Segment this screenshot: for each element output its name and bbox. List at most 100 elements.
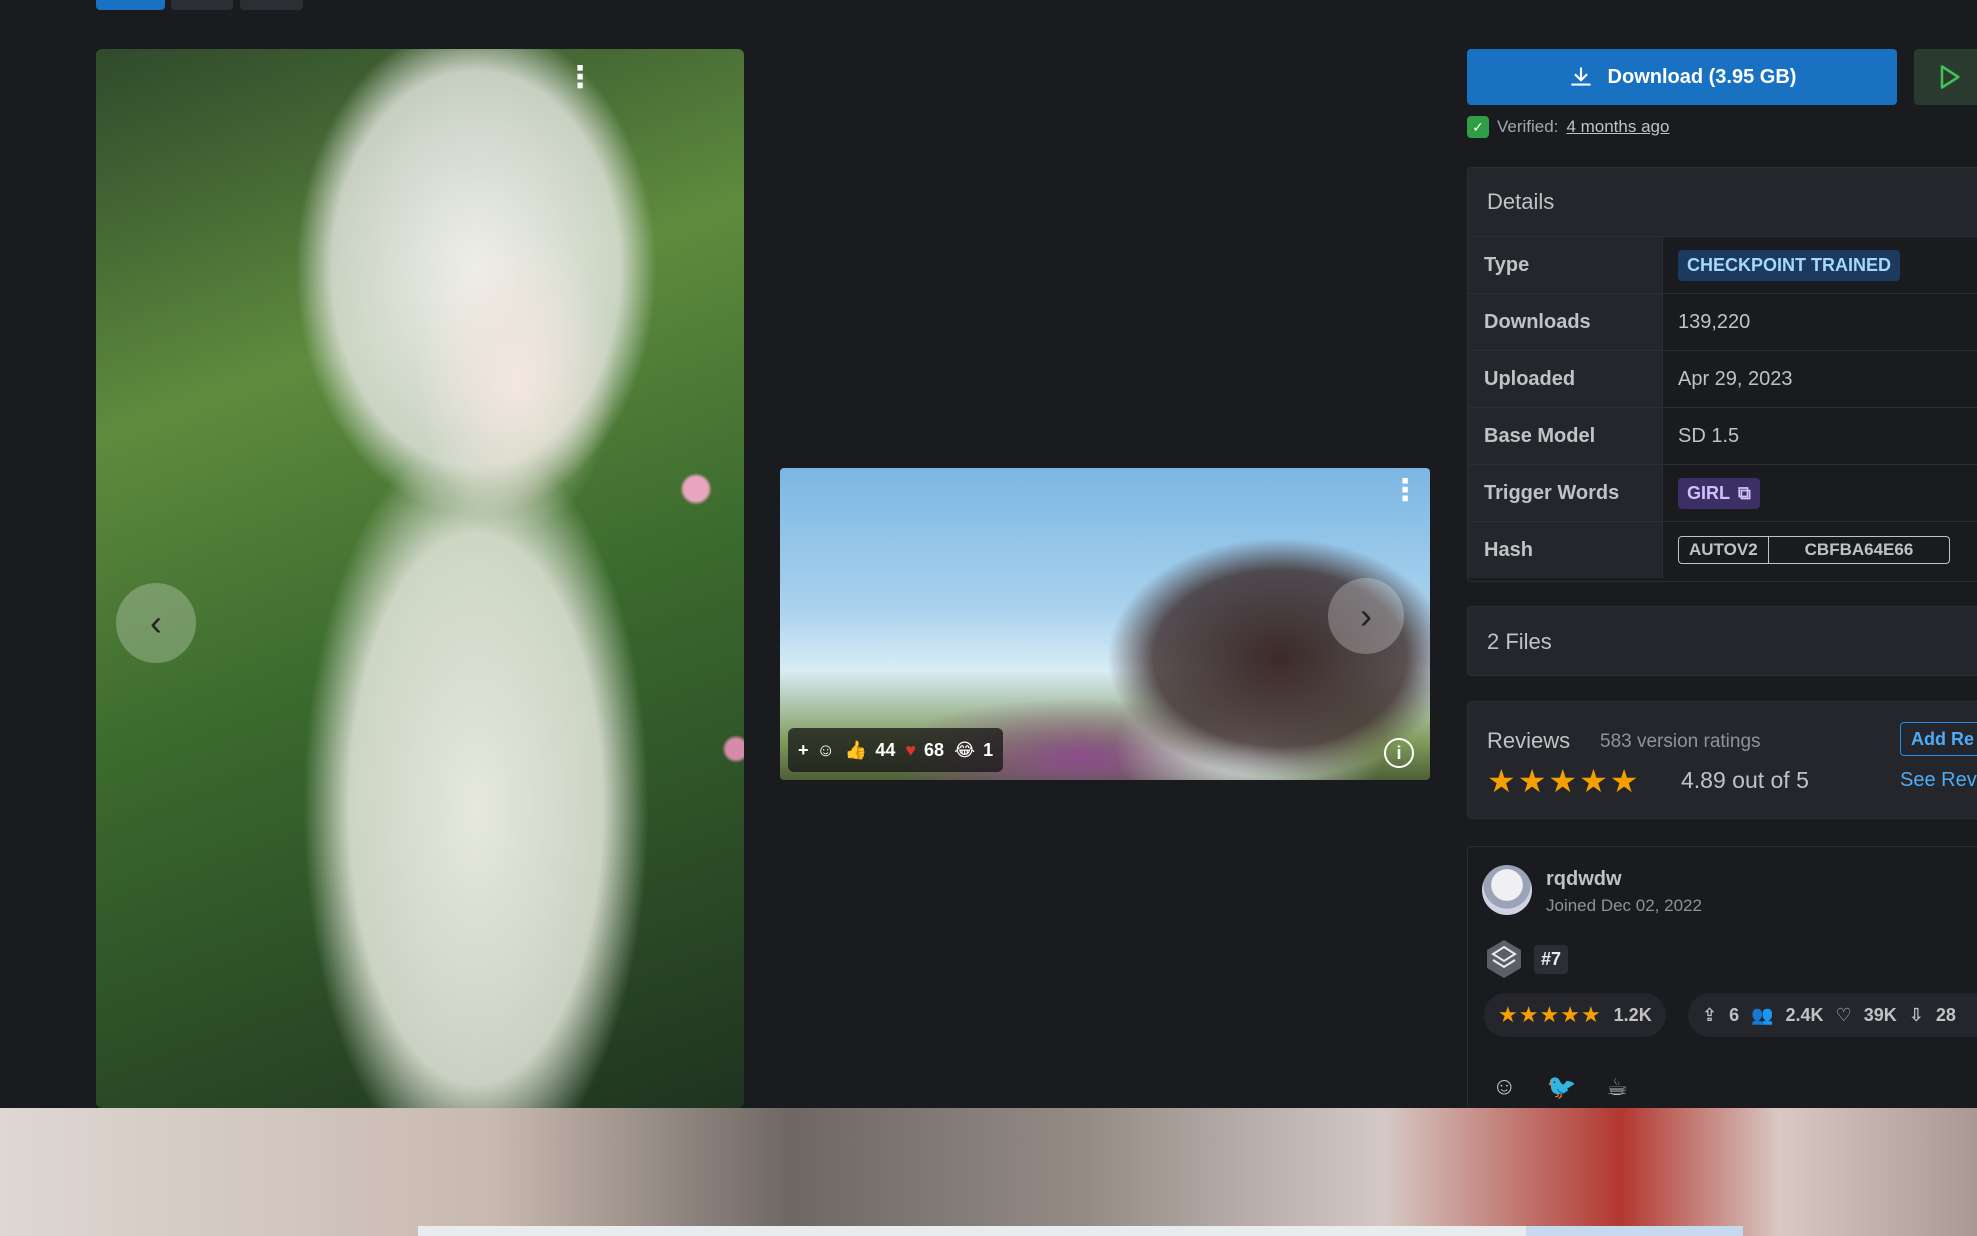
heart-outline-icon: ♡ [1835,1004,1852,1025]
creator-stats-pill: ⇪ 6 👥 2.4K ♡ 39K ⇩ 28 [1688,993,1977,1037]
details-card: Details Type CHECKPOINT TRAINED Download… [1467,167,1977,582]
star-icon: ★ [1487,763,1518,799]
heart-count: 68 [924,739,945,760]
chevron-right-icon: › [1360,595,1372,636]
info-icon[interactable]: i [1384,738,1414,768]
rating-stars: ★★★★★ [1498,1002,1602,1028]
star-icon: ★ [1579,763,1610,799]
rating-text: 4.89 out of 5 [1681,767,1809,793]
gallery-image-secondary[interactable]: ⋮ › + ☺ 👍 44 ♥ 68 😂 1 i [780,468,1430,780]
reviews-title: Reviews [1487,728,1571,753]
add-review-button[interactable]: Add Re [1900,722,1977,756]
type-badge: CHECKPOINT TRAINED [1678,249,1901,281]
trigger-word-badge[interactable]: GIRL ⧉ [1678,477,1760,509]
creator-card: rqdwdw Joined Dec 02, 2022 #7 ☺ 🐦 ☕ [1467,846,1977,1108]
creator-joined: Joined Dec 02, 2022 [1546,896,1702,915]
download-label: Download (3.95 GB) [1607,65,1797,88]
star-icon: ★ [1609,763,1641,799]
followers-icon: 👥 [1751,1004,1774,1025]
files-label: 2 Files [1487,629,1552,654]
row-value: 139,220 [1678,310,1751,333]
twitter-icon[interactable]: 🐦 [1547,1073,1577,1102]
heart-icon: ♥ [905,739,917,760]
star-icon: ★ [1518,1002,1540,1027]
details-header[interactable]: Details [1468,168,1977,236]
row-key: Trigger Words [1468,465,1663,521]
gallery-image-main[interactable]: ⋮ ‹ [96,49,744,1108]
plus-icon: + [798,739,809,760]
row-value: Apr 29, 2023 [1678,367,1793,390]
huggingface-icon[interactable]: ☺ [1492,1073,1517,1102]
details-row-type: Type CHECKPOINT TRAINED [1468,236,1977,293]
rank-text: #7 [1534,944,1569,974]
row-key: Base Model [1468,408,1663,464]
reaction-like[interactable]: 👍 44 [845,740,895,761]
creator-rating-pill: ★★★★★ 1.2K [1484,993,1666,1037]
trigger-word: GIRL [1687,482,1730,503]
row-value: SD 1.5 [1678,424,1740,447]
star-icon: ★ [1548,763,1580,799]
thumbs-up-icon: 👍 [844,739,868,760]
chevron-left-icon: ‹ [150,602,162,643]
ratings-count: 583 version ratings [1600,731,1761,752]
downloads-count: 28 [1935,1004,1956,1025]
play-icon [1940,65,1960,89]
reactions-bar: + ☺ 👍 44 ♥ 68 😂 1 [788,728,1004,772]
creator-name[interactable]: rqdwdw [1546,868,1622,891]
reaction-heart[interactable]: ♥ 68 [905,740,944,761]
star-icon: ★ [1560,1002,1581,1027]
details-row-trigger-words: Trigger Words GIRL ⧉ [1468,464,1977,521]
row-key: Type [1468,237,1663,293]
scrollbar-thumb[interactable] [1526,1226,1743,1236]
row-key: Downloads [1468,294,1663,350]
rating-count: 1.2K [1613,1004,1652,1025]
verified-status: ✓ Verified: 4 months ago [1467,116,1669,138]
tab-stub[interactable] [171,0,233,10]
add-review-label: Add Re [1911,729,1974,749]
rating-stars: ★★★★★ [1487,762,1640,800]
details-row-hash: Hash AUTOV2 CBFBA64E66 [1468,521,1977,578]
star-icon: ★ [1539,1002,1561,1027]
laugh-icon: 😂 [954,739,976,760]
verified-time-link[interactable]: 4 months ago [1566,117,1669,137]
star-icon: ★ [1580,1002,1602,1027]
add-reaction-button[interactable]: + ☺ [798,740,835,761]
hash-algorithm[interactable]: AUTOV2 [1679,537,1768,563]
laugh-count: 1 [983,739,994,760]
more-vertical-icon[interactable]: ⋮ [1390,476,1420,506]
star-icon: ★ [1498,1002,1519,1027]
copy-icon[interactable]: ⧉ [1738,483,1751,504]
verified-icon: ✓ [1467,116,1489,138]
run-button[interactable] [1914,49,1977,105]
uploads-count: 6 [1729,1004,1740,1025]
details-row-uploaded: Uploaded Apr 29, 2023 [1468,350,1977,407]
next-image-button[interactable]: › [1328,578,1404,654]
followers-count: 2.4K [1785,1004,1824,1025]
more-vertical-icon[interactable]: ⋮ [565,63,595,93]
tab-stub-active[interactable] [96,0,165,10]
details-row-base-model: Base Model SD 1.5 [1468,407,1977,464]
hash-box[interactable]: AUTOV2 CBFBA64E66 [1678,536,1951,564]
like-count: 44 [875,739,896,760]
download-button[interactable]: Download (3.95 GB) [1467,49,1897,105]
background-image-strip [0,1108,1977,1236]
files-accordion[interactable]: 2 Files [1467,606,1977,676]
avatar[interactable] [1482,865,1532,915]
hash-value[interactable]: CBFBA64E66 [1767,537,1950,563]
rank-icon [1487,940,1521,978]
likes-count: 39K [1863,1004,1897,1025]
smiley-icon: ☺ [816,739,835,760]
details-row-downloads: Downloads 139,220 [1468,293,1977,350]
see-reviews-link[interactable]: See Revi [1900,769,1977,792]
download-icon [1570,67,1591,86]
uploads-icon: ⇪ [1702,1004,1718,1025]
star-icon: ★ [1517,763,1549,799]
row-key: Uploaded [1468,351,1663,407]
ko-fi-icon[interactable]: ☕ [1606,1073,1628,1102]
social-links: ☺ 🐦 ☕ [1492,1073,1628,1102]
rank-badge: #7 [1482,937,1569,981]
reviews-card: Reviews 583 version ratings ★★★★★ 4.89 o… [1467,701,1977,819]
previous-image-button[interactable]: ‹ [116,583,196,663]
tab-stub[interactable] [240,0,303,10]
reaction-laugh[interactable]: 😂 1 [954,740,993,761]
